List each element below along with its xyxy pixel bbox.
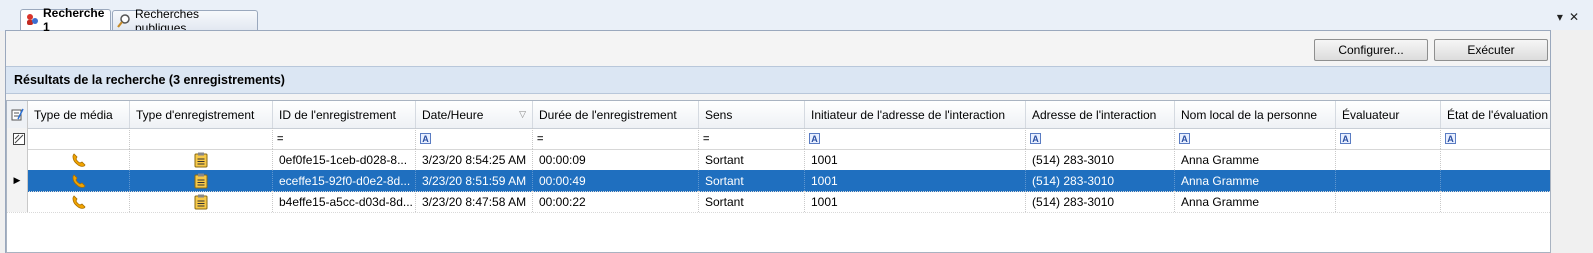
evaluator-cell (1336, 149, 1441, 170)
column-header-person[interactable]: Nom local de la personne (1175, 101, 1336, 128)
recording-id-cell: 0ef0fe15-1ceb-d028-8... (273, 149, 416, 170)
filter-text-icon: A (1340, 133, 1351, 144)
tab-label: Recherche 1 (43, 6, 105, 34)
right-margin (1551, 30, 1593, 253)
filter-text-icon: A (420, 133, 431, 144)
filter-media-type[interactable] (28, 128, 130, 149)
person-cell: Anna Gramme (1175, 191, 1336, 212)
row-selector[interactable] (7, 149, 28, 170)
filter-equals-icon: = (537, 132, 544, 145)
initiator-cell: 1001 (805, 170, 1026, 191)
recording-type-cell (130, 191, 273, 212)
clipboard-icon (194, 152, 208, 167)
filter-text-icon: A (809, 133, 820, 144)
column-header-datetime-label: Date/Heure (422, 107, 484, 122)
evaluator-cell (1336, 191, 1441, 212)
media-type-cell (28, 191, 130, 212)
clipboard-icon (194, 173, 208, 188)
column-header-address[interactable]: Adresse de l'interaction (1026, 101, 1175, 128)
column-header-datetime[interactable]: Date/Heure ▽ (416, 101, 533, 128)
filter-text-icon: A (1445, 133, 1456, 144)
address-cell: (514) 283-3010 (1026, 170, 1175, 191)
initiator-cell: 1001 (805, 191, 1026, 212)
direction-cell: Sortant (699, 170, 805, 191)
address-cell: (514) 283-3010 (1026, 191, 1175, 212)
column-header-direction[interactable]: Sens (699, 101, 805, 128)
evaluation-state-cell (1441, 149, 1550, 170)
panel-menu-icons[interactable]: ▾✕ (1557, 10, 1585, 24)
execute-button[interactable]: Exécuter (1434, 39, 1548, 61)
evaluator-cell (1336, 170, 1441, 191)
grid-header-row: Type de média Type d'enregistrement ID d… (7, 101, 1550, 129)
row-selector[interactable] (7, 191, 28, 212)
column-header-evaluation-state[interactable]: État de l'évaluation (1441, 101, 1550, 128)
table-row[interactable]: b4effe15-a5cc-d03d-8d... 3/23/20 8:47:58… (7, 191, 1550, 213)
results-title: Résultats de la recherche (3 enregistrem… (14, 73, 285, 87)
filter-text-icon: A (1030, 133, 1041, 144)
direction-cell: Sortant (699, 191, 805, 212)
filter-equals-icon: = (277, 132, 284, 145)
filter-evaluator[interactable]: A (1336, 128, 1441, 149)
media-type-cell (28, 170, 130, 191)
results-title-bar: Résultats de la recherche (3 enregistrem… (6, 66, 1550, 94)
column-header-recording-type[interactable]: Type d'enregistrement (130, 101, 273, 128)
tab-recherches-publiques[interactable]: Recherches publiques (112, 7, 258, 35)
phone-icon (72, 173, 85, 188)
column-chooser-glyph (11, 108, 24, 121)
recording-id-cell: b4effe15-a5cc-d03d-8d... (273, 191, 416, 212)
initiator-cell: 1001 (805, 149, 1026, 170)
datetime-cell: 3/23/20 8:54:25 AM (416, 149, 533, 170)
grid-right-border (1550, 100, 1551, 253)
duration-cell: 00:00:09 (533, 149, 699, 170)
filter-initiator[interactable]: A (805, 128, 1026, 149)
evaluation-state-cell (1441, 191, 1550, 212)
filter-recording-type[interactable] (130, 128, 273, 149)
grid-filter-row: = A = = A A A A A (7, 128, 1550, 150)
direction-cell: Sortant (699, 149, 805, 170)
filter-direction[interactable]: = (699, 128, 805, 149)
filter-address[interactable]: A (1026, 128, 1175, 149)
sort-descending-icon: ▽ (519, 109, 526, 119)
phone-icon (72, 194, 85, 209)
filter-equals-icon: = (703, 132, 710, 145)
column-header-initiator[interactable]: Initiateur de l'adresse de l'interaction (805, 101, 1026, 128)
configure-button[interactable]: Configurer... (1314, 39, 1428, 61)
column-header-media-type[interactable]: Type de média (28, 101, 130, 128)
filter-duration[interactable]: = (533, 128, 699, 149)
search-person-icon (27, 14, 38, 25)
magnifier-icon (117, 13, 130, 28)
clear-filter-icon[interactable] (7, 128, 28, 149)
tab-recherche-1[interactable]: Recherche 1 (20, 6, 111, 34)
duration-cell: 00:00:22 (533, 191, 699, 212)
address-cell: (514) 283-3010 (1026, 149, 1175, 170)
tab-strip: Recherche 1 Recherches publiques ▾✕ (0, 0, 1593, 35)
media-type-cell (28, 149, 130, 170)
column-header-recording-id[interactable]: ID de l'enregistrement (273, 101, 416, 128)
filter-person[interactable]: A (1175, 128, 1336, 149)
datetime-cell: 3/23/20 8:47:58 AM (416, 191, 533, 212)
results-grid: Type de média Type d'enregistrement ID d… (6, 100, 1551, 253)
column-chooser-icon[interactable] (7, 101, 28, 128)
filter-evaluation-state[interactable]: A (1441, 128, 1550, 149)
column-header-duration[interactable]: Durée de l'enregistrement (533, 101, 699, 128)
person-cell: Anna Gramme (1175, 149, 1336, 170)
evaluation-state-cell (1441, 170, 1550, 191)
recording-type-cell (130, 170, 273, 191)
datetime-cell: 3/23/20 8:51:59 AM (416, 170, 533, 191)
clipboard-icon (194, 194, 208, 209)
clear-filter-glyph (13, 132, 25, 145)
person-cell: Anna Gramme (1175, 170, 1336, 191)
filter-text-icon: A (1179, 133, 1190, 144)
phone-icon (72, 152, 85, 167)
duration-cell: 00:00:49 (533, 170, 699, 191)
current-row-arrow-icon: ▶ (13, 175, 21, 185)
filter-recording-id[interactable]: = (273, 128, 416, 149)
table-row[interactable]: 0ef0fe15-1ceb-d028-8... 3/23/20 8:54:25 … (7, 149, 1550, 171)
recording-id-cell: eceffe15-92f0-d0e2-8d... (273, 170, 416, 191)
row-selector[interactable]: ▶ (7, 170, 28, 191)
recording-type-cell (130, 149, 273, 170)
table-row-selected[interactable]: ▶ eceffe15-92f0-d0e2-8d... 3/23/20 8:51:… (7, 170, 1550, 192)
filter-datetime[interactable]: A (416, 128, 533, 149)
column-header-evaluator[interactable]: Évaluateur (1336, 101, 1441, 128)
